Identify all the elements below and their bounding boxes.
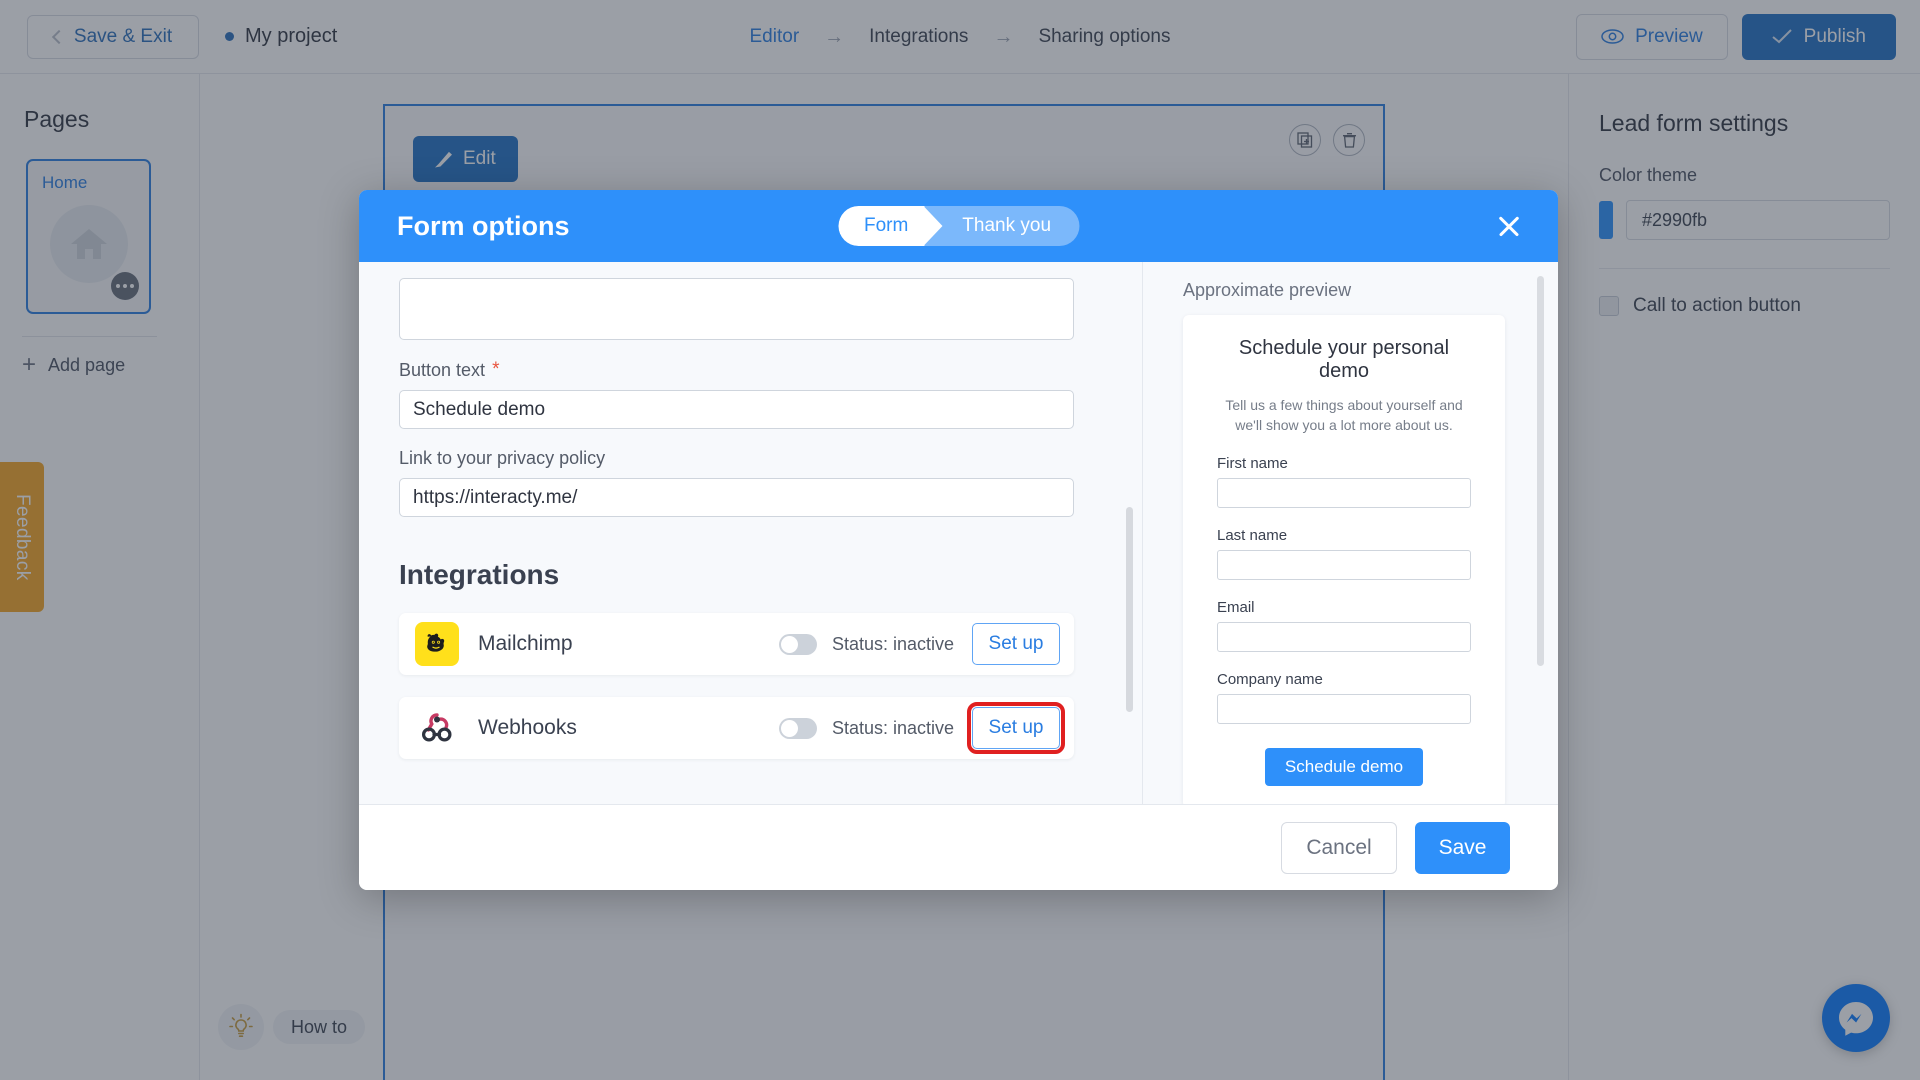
webhooks-logo-icon	[421, 713, 452, 742]
integration-status-mailchimp: Status: inactive	[831, 633, 954, 654]
modal-title: Form options	[397, 210, 570, 241]
integration-toggle-webhooks[interactable]	[778, 717, 817, 739]
form-options-modal: Form options Form Thank you Button text …	[359, 190, 1558, 890]
privacy-policy-label: Link to your privacy policy	[399, 448, 606, 468]
toggle-knob-icon	[780, 719, 798, 737]
webhooks-icon	[415, 706, 459, 750]
button-text-label-row: Button text *	[399, 359, 1102, 381]
tab-form[interactable]: Form	[837, 206, 943, 246]
modal-form-pane: Button text * Link to your privacy polic…	[359, 262, 1143, 804]
preview-label-email: Email	[1217, 598, 1255, 616]
close-icon[interactable]	[1492, 209, 1526, 243]
form-pane-scrollbar[interactable]	[1126, 507, 1133, 712]
integration-name-webhooks: Webhooks	[478, 716, 577, 739]
modal-footer: Cancel Save	[359, 804, 1558, 890]
save-button[interactable]: Save	[1415, 821, 1510, 874]
privacy-policy-label-row: Link to your privacy policy	[399, 448, 1102, 469]
setup-label-webhooks: Set up	[988, 717, 1044, 738]
preview-input-company-name[interactable]	[1217, 693, 1471, 724]
approximate-preview-label: Approximate preview	[1183, 280, 1352, 300]
preview-title: Schedule your personal demo	[1238, 337, 1450, 382]
mailchimp-icon	[415, 622, 459, 666]
modal-step-tabs: Form Thank you	[837, 206, 1080, 246]
modal-header: Form options Form Thank you	[359, 190, 1558, 262]
button-text-label: Button text	[399, 359, 486, 380]
integration-status-webhooks: Status: inactive	[831, 717, 954, 738]
mailchimp-monkey-icon	[427, 633, 445, 652]
preview-input-first-name[interactable]	[1217, 477, 1471, 508]
integration-row-mailchimp: Mailchimp Status: inactive Set up	[399, 613, 1074, 675]
preview-pane-scrollbar[interactable]	[1537, 276, 1544, 666]
button-text-input[interactable]	[399, 390, 1074, 429]
preview-label-last-name: Last name	[1217, 526, 1288, 544]
preview-submit-button[interactable]: Schedule demo	[1264, 747, 1424, 786]
preview-subtitle: Tell us a few things about yourself and …	[1225, 397, 1463, 434]
tab-form-label: Form	[863, 215, 909, 236]
integrations-title: Integrations	[399, 559, 560, 590]
integration-row-webhooks: Webhooks Status: inactive Set up	[399, 697, 1074, 759]
integration-name-mailchimp: Mailchimp	[478, 632, 573, 655]
tab-thank-you-label: Thank you	[962, 215, 1052, 236]
tab-thank-you[interactable]: Thank you	[924, 206, 1079, 246]
preview-label-first-name: First name	[1217, 454, 1288, 472]
description-textarea[interactable]	[399, 278, 1074, 340]
preview-input-email[interactable]	[1217, 621, 1471, 652]
modal-preview-pane: Approximate preview Schedule your person…	[1143, 262, 1558, 804]
preview-card: Schedule your personal demo Tell us a fe…	[1183, 315, 1505, 804]
toggle-knob-icon	[780, 635, 798, 653]
modal-body: Button text * Link to your privacy polic…	[359, 262, 1558, 804]
setup-label-mailchimp: Set up	[988, 633, 1044, 654]
preview-input-last-name[interactable]	[1217, 549, 1471, 580]
privacy-policy-input[interactable]	[399, 478, 1074, 517]
preview-button-wrap: Schedule demo	[1217, 747, 1471, 786]
setup-button-mailchimp[interactable]: Set up	[972, 623, 1060, 665]
required-mark-icon: *	[492, 359, 500, 380]
integration-toggle-mailchimp[interactable]	[778, 633, 817, 655]
setup-button-webhooks[interactable]: Set up	[967, 702, 1065, 754]
preview-label-company-name: Company name	[1217, 670, 1323, 688]
cancel-button[interactable]: Cancel	[1281, 821, 1397, 874]
